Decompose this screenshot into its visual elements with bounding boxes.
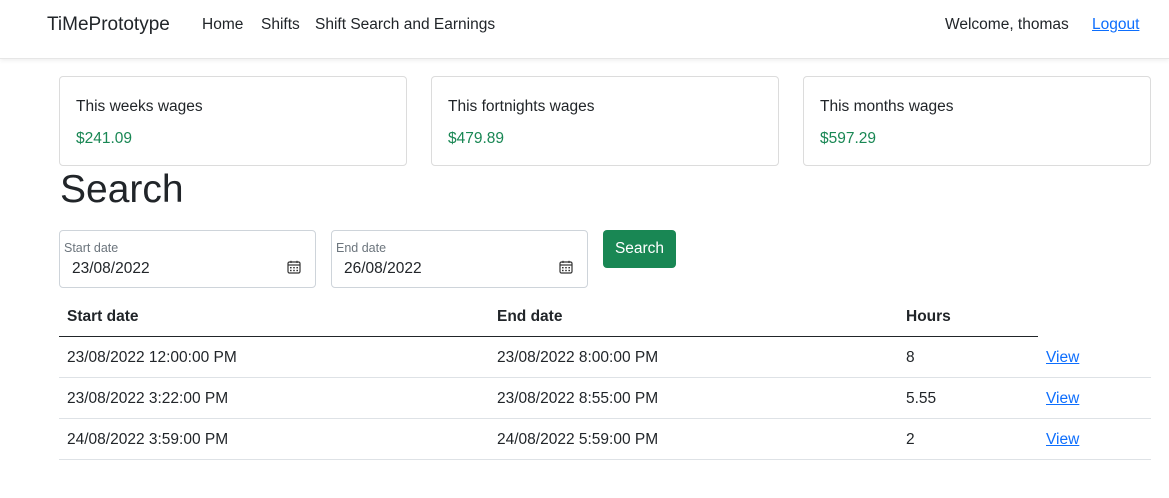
brand-link[interactable]: TiMePrototype [47,14,170,36]
card-value: $597.29 [820,130,877,147]
column-header-end-date: End date [497,308,563,325]
start-date-label: Start date [64,241,119,255]
end-date-value[interactable]: 26/08/2022 [344,260,422,278]
card-title: This fortnights wages [448,98,595,115]
monthly-wages-card: This months wages $597.29 [803,76,1151,166]
weekly-wages-card: This weeks wages $241.09 [59,76,407,166]
fortnightly-wages-card: This fortnights wages $479.89 [431,76,779,166]
card-title: This months wages [820,98,954,115]
start-date-value[interactable]: 23/08/2022 [72,260,150,278]
search-button[interactable]: Search [603,230,676,268]
row-divider [59,459,1151,460]
nav-home-link[interactable]: Home [202,16,243,34]
view-shift-link[interactable]: View [1046,431,1079,449]
card-title: This weeks wages [76,98,203,115]
row-start-date: 23/08/2022 3:22:00 PM [67,390,229,407]
row-end-date: 24/08/2022 5:59:00 PM [497,431,659,448]
nav-shift-search-link[interactable]: Shift Search and Earnings [315,16,495,34]
view-shift-link[interactable]: View [1046,349,1079,367]
view-shift-link[interactable]: View [1046,390,1079,408]
column-header-hours: Hours [906,308,951,325]
row-hours: 8 [906,349,915,366]
row-end-date: 23/08/2022 8:00:00 PM [497,349,659,366]
welcome-text: Welcome, thomas [945,16,1069,33]
row-divider [59,377,1151,378]
card-value: $479.89 [448,130,505,147]
top-navbar: TiMePrototype Home Shifts Shift Search a… [0,0,1169,59]
row-hours: 2 [906,431,915,448]
nav-shifts-link[interactable]: Shifts [261,16,300,34]
column-header-start-date: Start date [67,308,139,325]
row-hours: 5.55 [906,390,937,407]
logout-link[interactable]: Logout [1092,16,1139,34]
calendar-icon[interactable] [559,260,573,274]
page-title: Search [60,168,184,211]
end-date-label: End date [336,241,387,255]
calendar-icon[interactable] [287,260,301,274]
row-end-date: 23/08/2022 8:55:00 PM [497,390,659,407]
end-date-field[interactable]: End date 26/08/2022 [331,230,588,288]
start-date-field[interactable]: Start date 23/08/2022 [59,230,316,288]
row-start-date: 24/08/2022 3:59:00 PM [67,431,229,448]
row-start-date: 23/08/2022 12:00:00 PM [67,349,237,366]
table-header-divider [59,336,1038,337]
row-divider [59,418,1151,419]
card-value: $241.09 [76,130,133,147]
